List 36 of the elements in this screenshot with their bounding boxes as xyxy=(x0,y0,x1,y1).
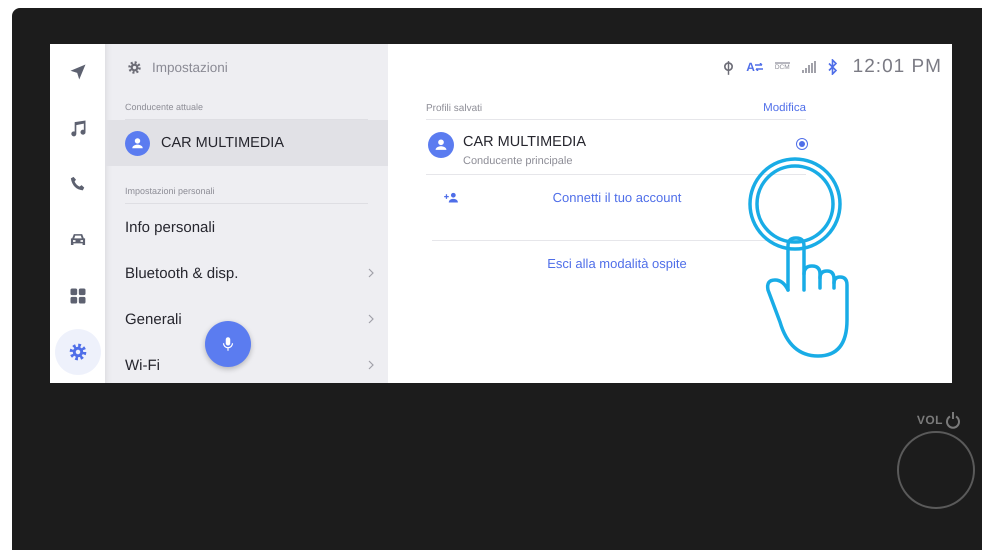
menu-item[interactable]: Wi-Fi xyxy=(105,342,388,383)
settings-button[interactable] xyxy=(54,329,100,375)
section-label: Impostazioni personali xyxy=(125,174,368,204)
add-person-icon xyxy=(444,192,459,203)
profile-name: CAR MULTIMEDIA xyxy=(463,134,587,150)
radio-button[interactable] xyxy=(796,138,808,150)
settings-icon xyxy=(68,342,88,362)
menu-label: Wi-Fi xyxy=(125,356,161,374)
language-indicator: A xyxy=(746,60,763,74)
navigation-icon xyxy=(68,62,88,82)
connect-account-button[interactable]: Connetti il tuo account xyxy=(432,175,802,241)
power-icon xyxy=(945,411,961,429)
driver-row[interactable]: CAR MULTIMEDIA xyxy=(105,120,388,166)
edit-link[interactable]: Modifica xyxy=(763,102,806,114)
settings-icon xyxy=(127,60,142,74)
clock: 12:01 PM xyxy=(852,56,942,78)
voice-button[interactable] xyxy=(205,321,251,367)
profile-role: Conducente principale xyxy=(463,155,574,167)
volume-knob[interactable] xyxy=(897,431,975,509)
driver-name: CAR MULTIMEDIA xyxy=(161,135,284,151)
panel-title: Impostazioni xyxy=(152,60,228,74)
guest-mode-button[interactable]: Esci alla modalità ospite xyxy=(432,241,802,271)
bluetooth-icon xyxy=(828,59,838,75)
menu-label: Bluetooth & disp. xyxy=(125,264,240,282)
avatar-icon xyxy=(428,132,454,158)
menu-item[interactable]: Bluetooth & disp. xyxy=(105,250,388,296)
menu-label: Info personali xyxy=(125,218,216,236)
menu-item[interactable]: Generali xyxy=(105,296,388,342)
signal-icon xyxy=(802,60,816,74)
volume-label: VOL xyxy=(916,413,943,427)
wireless-charging-icon xyxy=(723,58,734,76)
menu-item[interactable]: Info personali xyxy=(105,204,388,250)
avatar-icon xyxy=(125,130,150,156)
menu-label: Generali xyxy=(125,310,183,328)
apps-grid-icon xyxy=(68,286,88,306)
section-label: Profili salvati xyxy=(426,103,482,114)
